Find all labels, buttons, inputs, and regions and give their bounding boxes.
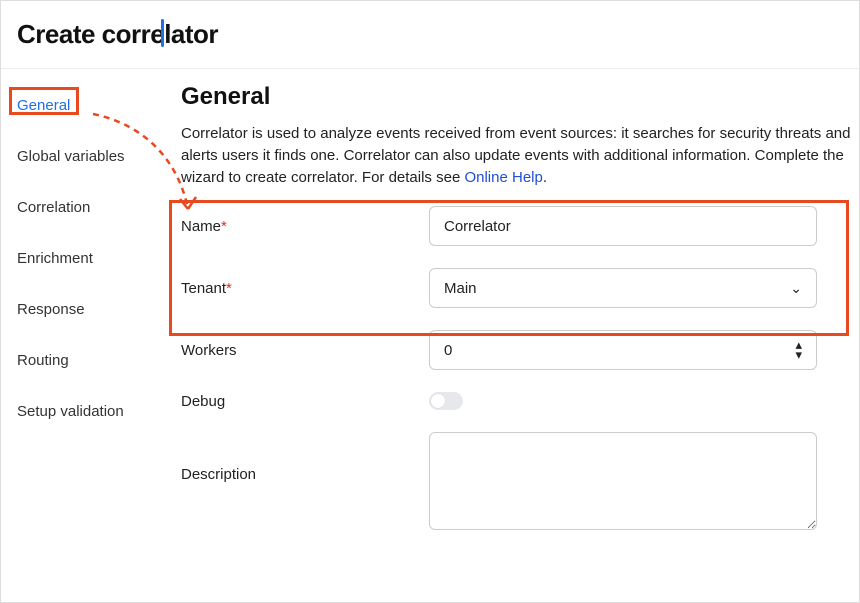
sidebar-item-setup-validation[interactable]: Setup validation — [13, 397, 161, 426]
description-label: Description — [181, 432, 429, 483]
field-row-workers: Workers 0 ▴▾ — [181, 330, 859, 370]
wizard-window: Create correlator General Global variabl… — [0, 0, 860, 603]
field-row-debug: Debug — [181, 392, 859, 410]
name-field[interactable] — [429, 206, 817, 246]
sidebar-item-response[interactable]: Response — [13, 295, 161, 324]
debug-label: Debug — [181, 393, 429, 410]
tenant-select[interactable]: Main ⌄ — [429, 268, 817, 308]
tenant-label: Tenant* — [181, 280, 429, 297]
workers-stepper[interactable]: 0 ▴▾ — [429, 330, 817, 370]
sidebar-item-routing[interactable]: Routing — [13, 346, 161, 375]
description-field[interactable] — [429, 432, 817, 530]
sidebar-item-enrichment[interactable]: Enrichment — [13, 244, 161, 273]
sidebar-item-correlation[interactable]: Correlation — [13, 193, 161, 222]
debug-toggle[interactable] — [429, 392, 463, 410]
sidebar-active-indicator — [161, 19, 164, 47]
sidebar: General Global variables Correlation Enr… — [1, 69, 161, 600]
stepper-icon: ▴▾ — [795, 340, 802, 361]
page-title: Create correlator — [17, 19, 843, 50]
section-description: Correlator is used to analyze events rec… — [181, 123, 859, 188]
sidebar-item-general[interactable]: General — [13, 91, 161, 120]
section-heading: General — [181, 83, 859, 111]
workers-label: Workers — [181, 342, 429, 359]
sidebar-item-global-variables[interactable]: Global variables — [13, 142, 161, 171]
form-area: Name* Tenant* Main ⌄ Workers — [181, 206, 859, 530]
field-row-description: Description — [181, 432, 859, 530]
field-row-tenant: Tenant* Main ⌄ — [181, 268, 859, 308]
name-label: Name* — [181, 218, 429, 235]
field-row-name: Name* — [181, 206, 859, 246]
body: General Global variables Correlation Enr… — [1, 69, 859, 600]
online-help-link[interactable]: Online Help — [464, 169, 542, 186]
chevron-down-icon: ⌄ — [790, 280, 802, 297]
main-panel: General Correlator is used to analyze ev… — [161, 69, 859, 600]
header: Create correlator — [1, 1, 859, 69]
